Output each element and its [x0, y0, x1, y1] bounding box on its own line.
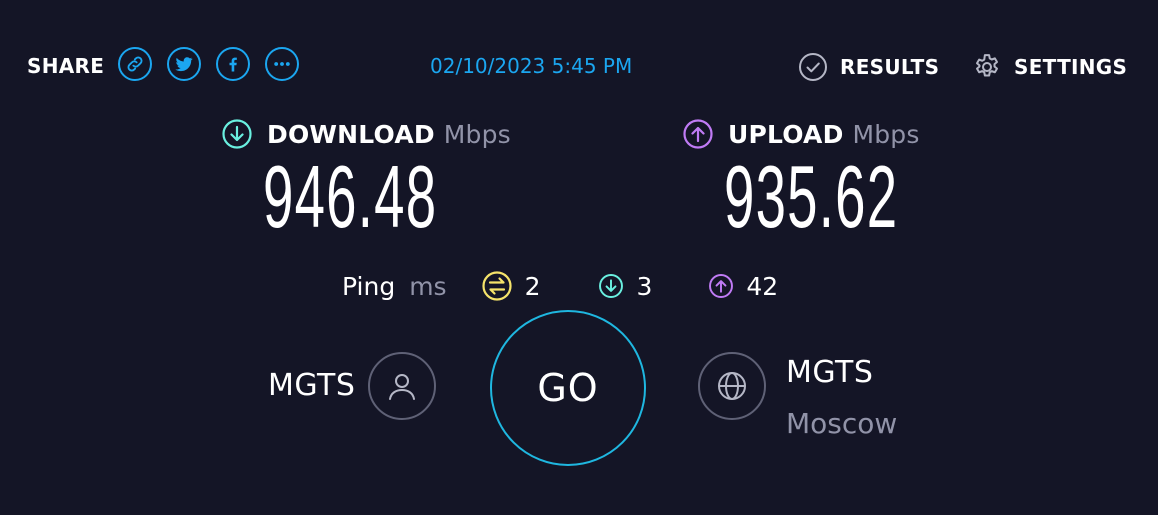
gear-icon: [976, 54, 998, 77]
ping-upload-value: 42: [746, 271, 779, 301]
results-link[interactable]: RESULTS: [798, 52, 939, 82]
results-label: RESULTS: [840, 55, 940, 79]
share-more-button[interactable]: [265, 47, 299, 81]
ping-upload: 42: [708, 272, 778, 301]
ping-idle: 2: [481, 270, 541, 302]
download-value: 946.48: [263, 147, 438, 246]
upload-label: UPLOAD: [728, 119, 844, 149]
twitter-icon: [175, 57, 193, 72]
globe-icon: [718, 372, 746, 400]
download-header: DOWNLOAD Mbps: [221, 118, 511, 150]
upload-unit: Mbps: [852, 119, 920, 149]
share-label: SHARE: [27, 54, 105, 78]
upload-value: 935.62: [724, 147, 899, 246]
download-label: DOWNLOAD: [267, 119, 435, 149]
upload-header: UPLOAD Mbps: [682, 118, 920, 150]
download-unit: Mbps: [443, 119, 511, 149]
share-twitter-button[interactable]: [167, 47, 201, 81]
share-facebook-button[interactable]: [216, 47, 250, 81]
go-button[interactable]: GO: [490, 310, 646, 466]
ping-row: Ping ms 2 3 42: [342, 270, 778, 302]
go-label: GO: [537, 366, 599, 410]
download-arrow-icon: [222, 119, 252, 149]
ping-download-value: 3: [636, 271, 653, 301]
ping-idle-value: 2: [524, 271, 541, 301]
ping-download: 3: [598, 272, 652, 301]
ping-label: Ping: [342, 271, 396, 301]
facebook-icon: [229, 57, 237, 72]
provider-name: MGTS: [268, 368, 356, 403]
upload-arrow-icon: [683, 119, 713, 149]
ping-download-icon: [599, 274, 624, 298]
ping-unit: ms: [409, 271, 447, 301]
settings-link[interactable]: SETTINGS: [972, 52, 1127, 82]
more-icon: [274, 62, 290, 66]
ping-upload-icon: [709, 274, 734, 298]
user-icon: [389, 374, 415, 400]
settings-label: SETTINGS: [1014, 55, 1128, 79]
test-datetime: 02/10/2023 5:45 PM: [430, 54, 633, 78]
check-circle-icon: [799, 53, 827, 81]
ping-idle-icon: [481, 271, 512, 301]
server-name[interactable]: MGTS: [786, 355, 873, 390]
link-icon: [127, 56, 143, 72]
server-location: Moscow: [786, 407, 898, 440]
server-button[interactable]: [698, 352, 766, 420]
share-link-button[interactable]: [118, 47, 152, 81]
provider-button[interactable]: [368, 352, 436, 420]
